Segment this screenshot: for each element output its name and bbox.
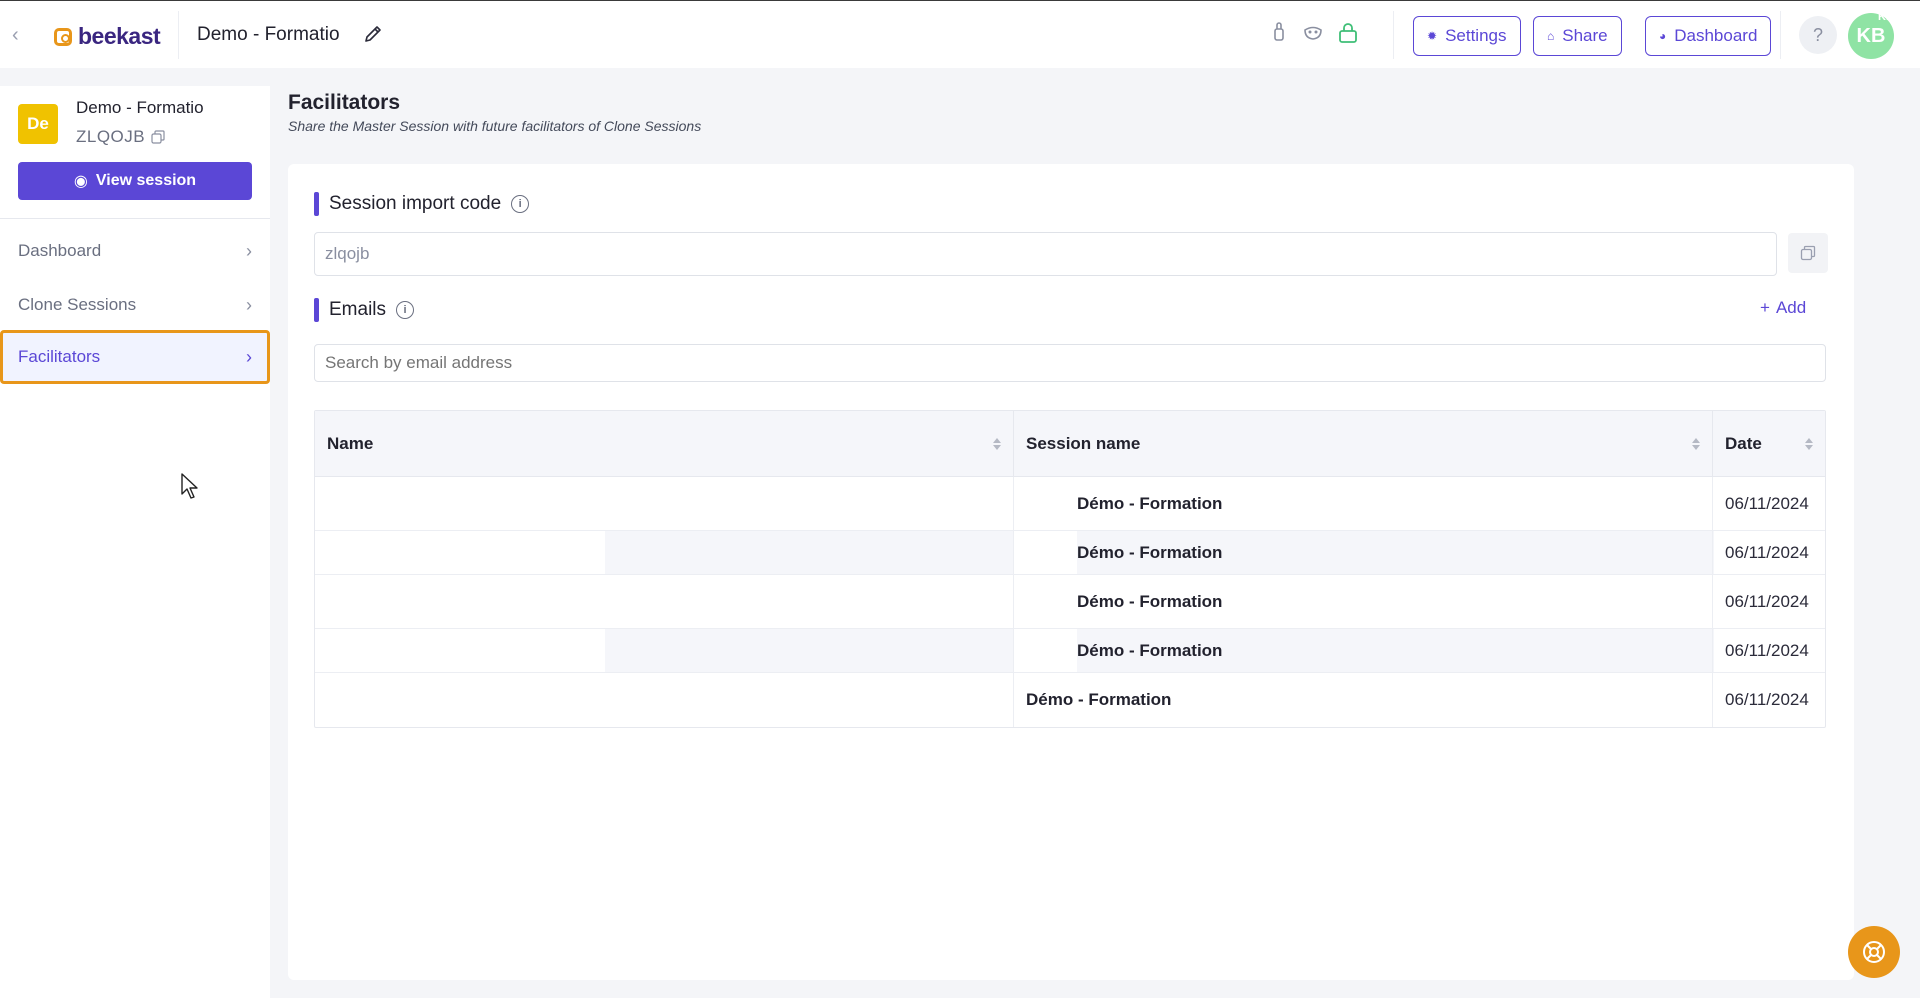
divider bbox=[1780, 11, 1781, 59]
sidebar-item-dashboard[interactable]: Dashboard › bbox=[0, 226, 270, 276]
sidebar-item-facilitators[interactable]: Facilitators › bbox=[0, 330, 270, 384]
pie-chart-icon: ◕ bbox=[1659, 29, 1667, 43]
column-label: Name bbox=[327, 433, 374, 453]
name-cell bbox=[315, 477, 1014, 530]
column-label: Date bbox=[1725, 433, 1762, 453]
session-name-cell: Démo - Formation bbox=[1014, 477, 1713, 530]
facilitators-table: Name Session name Date Démo - Formation … bbox=[314, 410, 1826, 728]
add-label: Add bbox=[1775, 298, 1807, 317]
sort-icon[interactable] bbox=[993, 437, 1001, 450]
info-icon[interactable]: i bbox=[396, 301, 415, 319]
settings-button[interactable]: ✹ Settings bbox=[1413, 16, 1521, 56]
copy-icon[interactable] bbox=[151, 130, 165, 144]
sort-icon[interactable] bbox=[1805, 437, 1813, 450]
help-button[interactable]: ? bbox=[1799, 16, 1837, 54]
plus-icon: + bbox=[1760, 298, 1770, 317]
share-label: Share bbox=[1562, 26, 1608, 45]
column-header-name[interactable]: Name bbox=[315, 411, 1014, 476]
table-header: Name Session name Date bbox=[315, 411, 1825, 477]
copy-icon bbox=[1800, 245, 1816, 261]
dashboard-label: Dashboard bbox=[1674, 26, 1758, 45]
accent-bar bbox=[314, 192, 319, 216]
pencil-icon[interactable] bbox=[362, 23, 384, 45]
date-cell: 06/11/2024 bbox=[1725, 542, 1809, 562]
section-heading-import-code: Session import code i bbox=[314, 192, 530, 216]
lock-icon: ⌂ bbox=[1547, 29, 1555, 43]
date-cell: 06/11/2024 bbox=[1725, 493, 1809, 513]
gear-icon: ✹ bbox=[1427, 29, 1438, 43]
date-cell: 06/11/2024 bbox=[1725, 690, 1809, 709]
sort-icon[interactable] bbox=[1692, 437, 1700, 450]
eye-icon: ◉ bbox=[73, 173, 88, 190]
name-cell bbox=[315, 531, 1014, 574]
table-row[interactable]: Démo - Formation 06/11/2024 bbox=[315, 629, 1825, 673]
chevron-right-icon: › bbox=[246, 294, 252, 315]
name-cell bbox=[315, 629, 1014, 672]
column-header-session-name[interactable]: Session name bbox=[1014, 411, 1713, 476]
table-row[interactable]: Démo - Formation 06/11/2024 bbox=[315, 531, 1825, 575]
logo-text: beekast bbox=[78, 23, 161, 49]
section-title: Session import code bbox=[329, 193, 502, 214]
info-icon[interactable]: i bbox=[511, 195, 530, 213]
divider bbox=[0, 218, 270, 219]
table-row[interactable]: Démo - Formation 06/11/2024 bbox=[315, 575, 1825, 629]
chevron-right-icon: › bbox=[246, 240, 252, 261]
session-name: Demo - Formatio bbox=[76, 98, 204, 117]
name-cell bbox=[315, 575, 1014, 628]
session-name-cell: Démo - Formation bbox=[1014, 575, 1713, 628]
dashboard-button[interactable]: ◕ Dashboard bbox=[1645, 16, 1772, 56]
add-email-button[interactable]: + Add bbox=[1760, 298, 1806, 318]
column-header-date[interactable]: Date bbox=[1713, 411, 1825, 476]
table-row[interactable]: Démo - Formation 06/11/2024 bbox=[315, 477, 1825, 531]
back-chevron-icon[interactable]: ‹ bbox=[12, 25, 28, 45]
table-row[interactable]: Démo - Formation 06/11/2024 bbox=[315, 673, 1825, 727]
divider bbox=[1393, 11, 1394, 59]
session-name-cell: Démo - Formation bbox=[1014, 673, 1713, 727]
name-cell bbox=[315, 673, 1014, 727]
accent-bar bbox=[314, 298, 319, 322]
facilitators-card: Session import code i zlqojb Emails i + … bbox=[288, 164, 1854, 980]
divider bbox=[178, 11, 179, 59]
chevron-right-icon: › bbox=[246, 346, 252, 367]
column-label: Session name bbox=[1026, 433, 1141, 453]
support-chat-button[interactable] bbox=[1848, 926, 1900, 978]
top-bar: ‹ beekast Demo - Formatio ✹ Settings ⌂ S… bbox=[0, 0, 1920, 68]
hand-icon[interactable] bbox=[1268, 21, 1290, 45]
copy-code-button[interactable] bbox=[1788, 233, 1828, 273]
date-cell: 06/11/2024 bbox=[1725, 640, 1809, 660]
sidebar: De Demo - Formatio ZLQOJB ◉ View session… bbox=[0, 86, 270, 998]
beekast-logo[interactable]: beekast bbox=[54, 23, 161, 50]
share-button[interactable]: ⌂ Share bbox=[1533, 16, 1622, 56]
view-session-label: View session bbox=[95, 172, 197, 189]
sidebar-item-label: Facilitators bbox=[18, 347, 101, 366]
session-code: ZLQOJB bbox=[76, 127, 146, 146]
mouse-cursor-icon bbox=[181, 473, 198, 499]
lock-icon[interactable] bbox=[1337, 21, 1359, 45]
session-avatar: De bbox=[18, 104, 58, 144]
session-name-cell: Démo - Formation bbox=[1014, 531, 1713, 574]
mask-icon[interactable] bbox=[1302, 21, 1324, 45]
view-session-button[interactable]: ◉ View session bbox=[18, 162, 252, 200]
sidebar-item-label: Clone Sessions bbox=[18, 295, 137, 314]
sidebar-item-label: Dashboard bbox=[18, 241, 102, 260]
section-title: Emails bbox=[329, 299, 387, 320]
settings-label: Settings bbox=[1445, 26, 1507, 45]
avatar-badge: KB bbox=[1878, 11, 1894, 23]
import-code-field[interactable]: zlqojb bbox=[314, 232, 1777, 276]
beekast-logo-icon bbox=[54, 27, 72, 46]
email-search-input[interactable] bbox=[314, 344, 1826, 382]
session-title: Demo - Formatio bbox=[197, 24, 340, 45]
page-subtitle: Share the Master Session with future fac… bbox=[288, 118, 702, 134]
date-cell: 06/11/2024 bbox=[1725, 591, 1809, 611]
page-title: Facilitators bbox=[288, 91, 401, 114]
sidebar-item-clone-sessions[interactable]: Clone Sessions › bbox=[0, 280, 270, 330]
section-heading-emails: Emails i bbox=[314, 298, 415, 322]
lifebuoy-icon bbox=[1863, 941, 1885, 963]
session-name-cell: Démo - Formation bbox=[1014, 629, 1713, 672]
